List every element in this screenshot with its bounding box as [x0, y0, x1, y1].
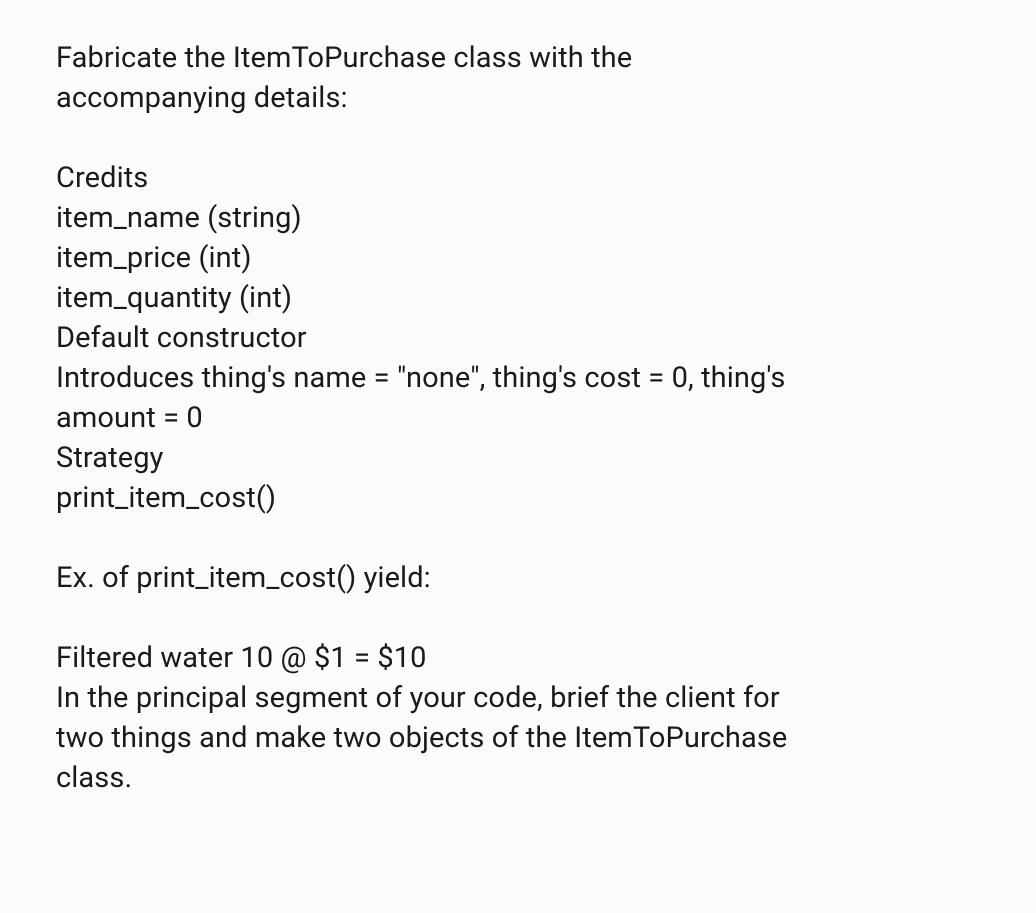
text-line: Introduces thing's name = "none", thing'… [56, 358, 986, 398]
paragraph-example-heading: Ex. of print_item_cost() yield: [56, 558, 986, 598]
text-line: class. [56, 758, 986, 798]
text-line: Credits [56, 158, 986, 198]
text-line: item_price (int) [56, 238, 986, 278]
text-line: Default constructor [56, 318, 986, 358]
text-line: Strategy [56, 438, 986, 478]
text-line: item_quantity (int) [56, 278, 986, 318]
text-line: item_name (string) [56, 198, 986, 238]
paragraph-intro: Fabricate the ItemToPurchase class with … [56, 38, 986, 118]
text-line: Fabricate the ItemToPurchase class with … [56, 38, 986, 78]
text-line: Filtered water 10 @ $1 = $10 [56, 638, 986, 678]
text-line: In the principal segment of your code, b… [56, 678, 986, 718]
text-line: amount = 0 [56, 398, 986, 438]
text-line: Ex. of print_item_cost() yield: [56, 558, 986, 598]
paragraph-details: Credits item_name (string) item_price (i… [56, 158, 986, 518]
paragraph-example: Filtered water 10 @ $1 = $10 In the prin… [56, 638, 986, 798]
text-line: accompanying details: [56, 78, 986, 118]
text-line: print_item_cost() [56, 478, 986, 518]
text-line: two things and make two objects of the I… [56, 718, 986, 758]
